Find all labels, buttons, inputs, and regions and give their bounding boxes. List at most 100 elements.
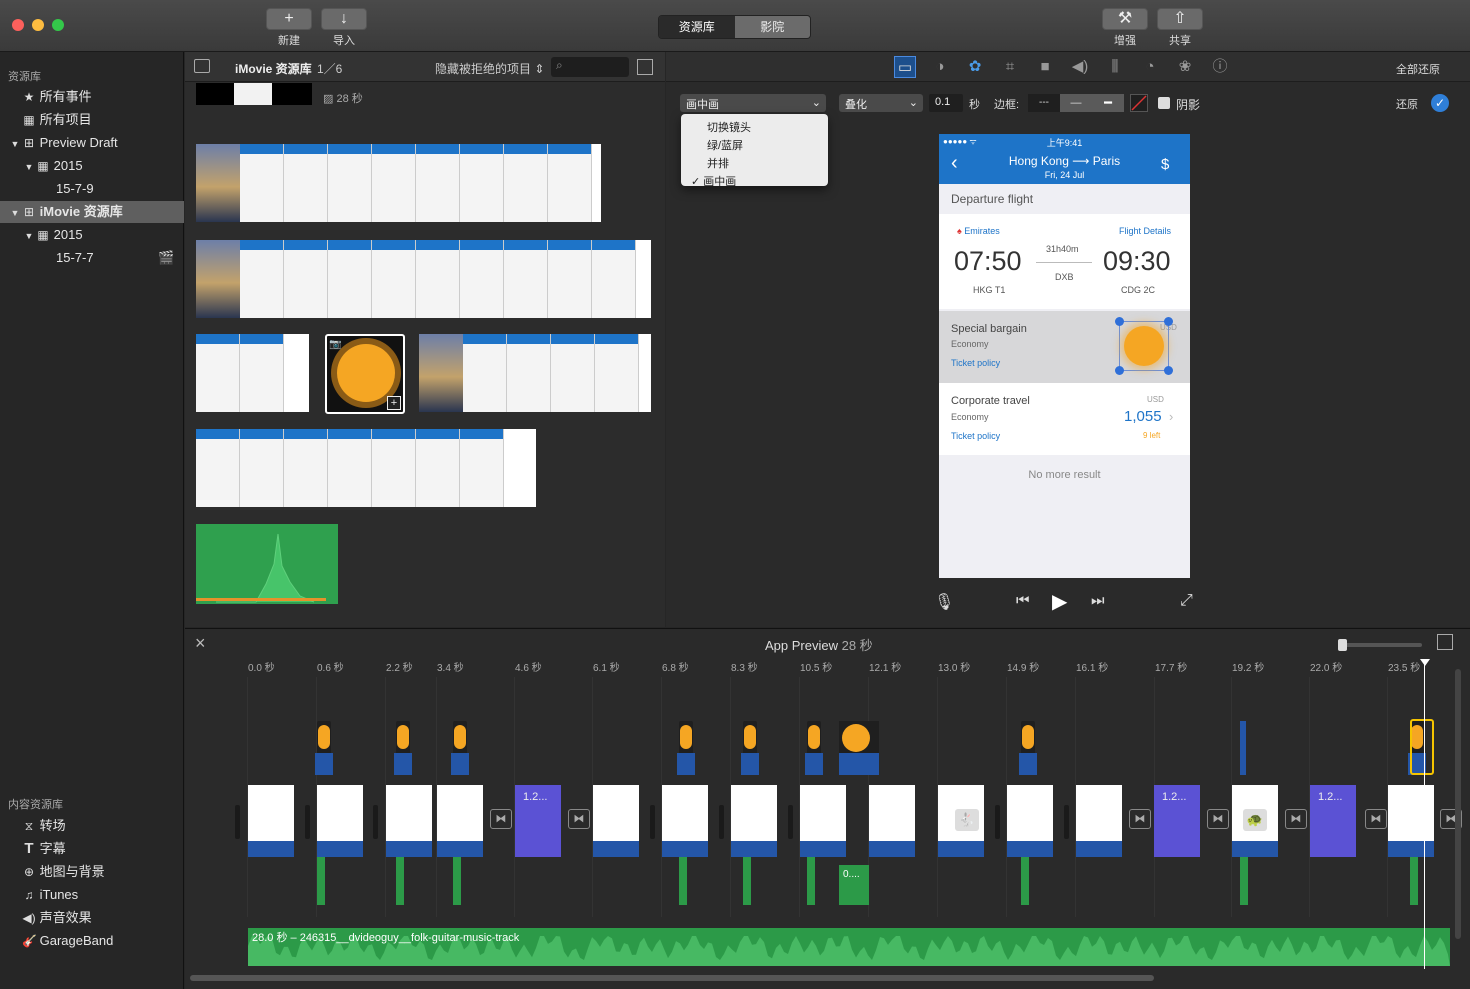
timeline-clip[interactable] [593,785,639,857]
border-thick-button[interactable]: ━ [1092,94,1124,112]
volume-icon[interactable]: ◀) [1069,56,1091,78]
audio-segment[interactable] [1240,857,1248,905]
transition-marker[interactable]: ⧓ [1285,809,1307,829]
search-input[interactable]: ⌕ [551,57,629,77]
horizontal-scrollbar[interactable] [190,975,1154,981]
sidebar-item-imovie-library[interactable]: ▼ ⊞ iMovie 资源库 [0,201,184,223]
menu-item-picture-in-picture[interactable]: ✓ 画中画 [681,172,828,190]
stabilization-icon[interactable]: ■ [1034,56,1056,78]
duration-input[interactable]: 0.1 [929,94,963,112]
play-icon[interactable]: ▶ [1052,589,1067,614]
sidebar-item-2015[interactable]: ▼ ▦ 2015 [0,155,184,177]
skip-back-icon[interactable]: ⏮ [1016,592,1030,609]
info-icon[interactable]: ⓘ [1209,56,1231,78]
audio-segment[interactable] [1021,857,1029,905]
vertical-scrollbar[interactable] [1455,669,1461,939]
tab-library[interactable]: 资源库 [659,16,735,38]
menu-item-side-by-side[interactable]: 并排 [681,154,828,172]
overlay-clip[interactable] [396,721,410,755]
resize-handle[interactable] [1164,366,1173,375]
add-clip-icon[interactable]: + [387,396,401,410]
pip-overlay[interactable] [1115,317,1173,375]
resize-handle[interactable] [1164,317,1173,326]
minimize-window-button[interactable] [32,19,44,31]
timeline-clip[interactable] [317,785,363,857]
music-track[interactable]: 28.0 秒 – 246315__dvideoguy__folk-guitar-… [248,928,1450,966]
timeline-clip[interactable] [731,785,777,857]
resize-handle[interactable] [1115,317,1124,326]
title-clip[interactable]: 1.2... [1310,785,1356,857]
overlay-clip[interactable] [1240,721,1246,775]
timeline-clip[interactable] [437,785,483,857]
playhead[interactable] [1420,659,1430,969]
fullscreen-icon[interactable]: ⤢ [1180,592,1193,610]
overlay-clip[interactable] [839,721,879,755]
apply-checkmark-button[interactable]: ✓ [1431,94,1449,112]
timeline-clip[interactable] [386,785,432,857]
enhance-button[interactable]: ⚒ [1102,8,1148,30]
timeline-clip[interactable] [869,785,915,857]
color-palette-icon[interactable]: ✿ [964,56,986,78]
title-clip[interactable]: 1.2... [515,785,561,857]
audio-segment[interactable] [679,857,687,905]
overlay-clip[interactable] [1021,721,1035,755]
reset-button[interactable]: 还原 [1396,96,1418,112]
border-none-button[interactable]: --- [1028,94,1060,112]
sidebar-item-sound-effects[interactable]: ◀) 声音效果 [0,907,184,929]
color-balance-icon[interactable]: ◑ [929,56,951,78]
overlay-type-select[interactable]: 画中画 ⌄ [680,94,826,112]
selected-clip-thumbnail[interactable]: 📷 + [325,334,405,414]
audio-segment[interactable] [317,857,325,905]
zoom-window-button[interactable] [52,19,64,31]
sidebar-item-transitions[interactable]: ⧖ 转场 [0,815,184,837]
crop-icon[interactable]: ⌗ [999,56,1021,78]
sidebar-item-itunes[interactable]: ♫ iTunes [0,884,184,906]
clip-thumbnail[interactable] [419,334,651,412]
overlay-clip[interactable] [807,721,821,755]
clip-thumbnail[interactable] [196,144,601,222]
timeline-settings-icon[interactable] [1437,634,1453,650]
clip-edge-handle[interactable] [719,805,724,839]
filter-select[interactable]: 隐藏被拒绝的项目 ⇕ [435,60,544,77]
border-thin-button[interactable]: — [1060,94,1092,112]
sidebar-item-garageband[interactable]: 🎸 GarageBand [0,930,184,952]
equalizer-icon[interactable]: ⫼ [1104,56,1126,78]
audio-segment[interactable] [807,857,815,905]
audio-clip-thumbnail[interactable] [196,524,338,604]
overlay-clip[interactable] [453,721,467,755]
sidebar-item-all-projects[interactable]: ▦ 所有项目 [0,109,184,131]
disclosure-triangle-icon[interactable]: ▼ [22,225,36,247]
audio-clip[interactable]: 0.... [839,865,869,905]
sidebar-item-maps[interactable]: ⊕ 地图与背景 [0,861,184,883]
shadow-checkbox[interactable] [1158,97,1170,109]
transition-marker[interactable]: ⧓ [490,809,512,829]
tab-theater[interactable]: 影院 [734,16,810,38]
reset-all-button[interactable]: 全部还原 [1396,61,1440,77]
disclosure-triangle-icon[interactable]: ▼ [22,156,36,178]
timeline-clip[interactable] [662,785,708,857]
zoom-slider[interactable] [1338,639,1422,651]
timeline-clip[interactable] [800,785,846,857]
transition-marker[interactable]: ⧓ [1365,809,1387,829]
clip-thumbnail[interactable] [196,83,312,105]
menu-item-green-screen[interactable]: 绿/蓝屏 [681,136,828,154]
zoom-slider-knob[interactable] [1338,639,1347,651]
clip-thumbnail[interactable] [196,240,651,318]
sidebar-item-titles[interactable]: T 字幕 [0,838,184,860]
close-timeline-icon[interactable]: × [195,633,206,654]
clip-edge-handle[interactable] [650,805,655,839]
audio-segment[interactable] [396,857,404,905]
overlay-clip[interactable] [317,721,331,755]
selected-overlay-clip[interactable] [1410,719,1434,775]
sidebar-toggle-icon[interactable] [194,59,210,73]
clip-edge-handle[interactable] [1064,805,1069,839]
audio-segment[interactable] [743,857,751,905]
clip-edge-handle[interactable] [235,805,240,839]
transition-marker[interactable]: ⧓ [1207,809,1229,829]
sidebar-item-all-events[interactable]: ★ 所有事件 [0,86,184,108]
clip-edge-handle[interactable] [373,805,378,839]
clip-thumbnail[interactable] [196,429,536,507]
sidebar-item-15-7-9[interactable]: 15-7-9 [0,178,184,200]
title-clip[interactable]: 1.2... [1154,785,1200,857]
menu-item-cutaway[interactable]: 切换镜头 [681,118,828,136]
